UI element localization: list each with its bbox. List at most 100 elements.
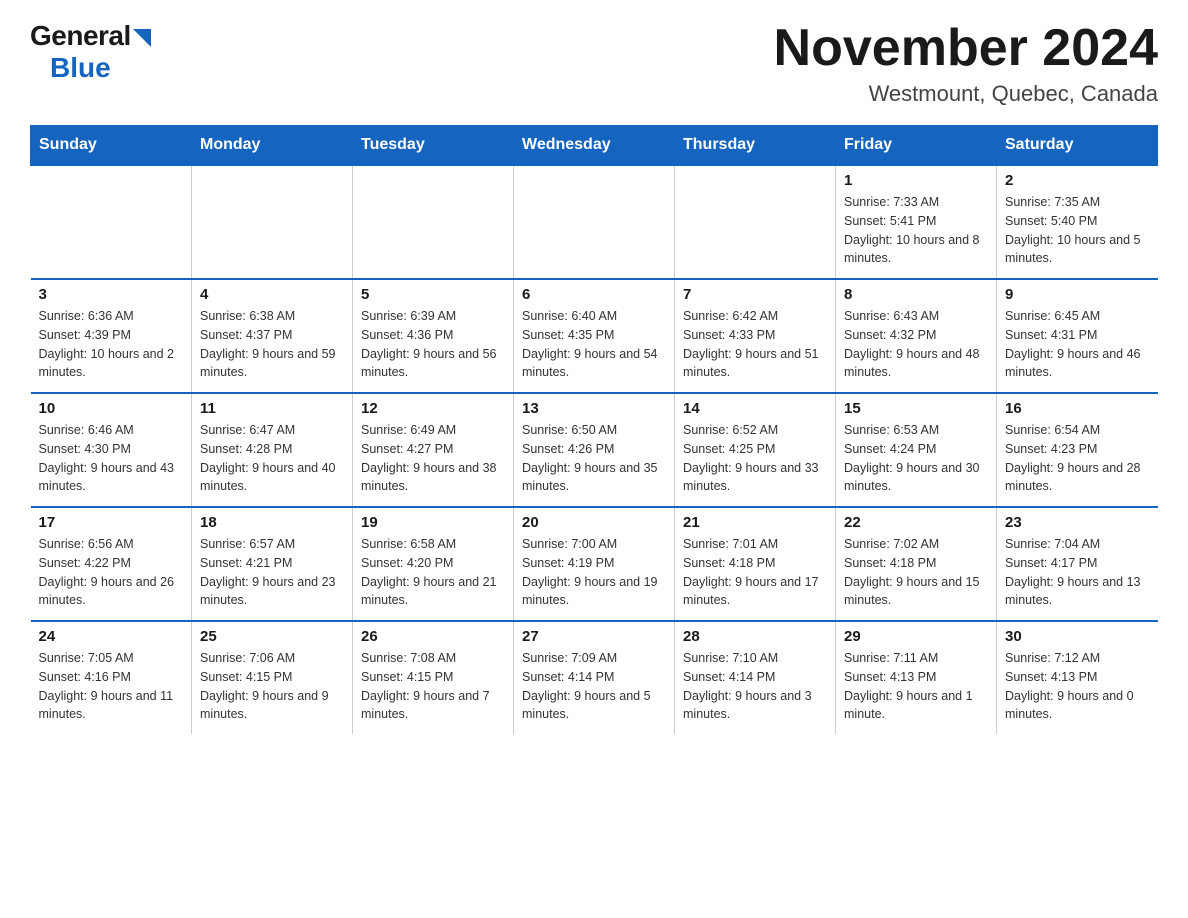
calendar-title-block: November 2024 Westmount, Quebec, Canada (774, 20, 1158, 107)
calendar-cell: 10Sunrise: 6:46 AMSunset: 4:30 PMDayligh… (31, 393, 192, 507)
day-info: Sunrise: 6:57 AMSunset: 4:21 PMDaylight:… (200, 535, 344, 610)
calendar-week-4: 17 Sunrise: 6:56 AMSunset: 4:22 PMDayligh… (31, 507, 1158, 621)
day-number: 20 (522, 514, 666, 531)
day-number: 15 (844, 400, 988, 417)
day-info: Sunrise: 7:10 AMSunset: 4:14 PMDaylight:… (683, 649, 827, 724)
col-monday: Monday (192, 126, 353, 166)
day-number: 8 (844, 286, 988, 303)
day-info: Sunrise: 7:35 AMSunset: 5:40 PMDaylight:… (1005, 193, 1150, 268)
calendar-cell: 17 Sunrise: 6:56 AMSunset: 4:22 PMDayligh… (31, 507, 192, 621)
day-number: 29 (844, 628, 988, 645)
day-info: Sunrise: 6:58 AMSunset: 4:20 PMDaylight:… (361, 535, 505, 610)
calendar-cell: 2 Sunrise: 7:35 AMSunset: 5:40 PMDaylight… (997, 165, 1158, 279)
day-info: Sunrise: 7:09 AMSunset: 4:14 PMDaylight:… (522, 649, 666, 724)
day-number: 1 (844, 172, 988, 189)
calendar-header: Sunday Monday Tuesday Wednesday Thursday… (31, 126, 1158, 166)
calendar-cell: 26Sunrise: 7:08 AMSunset: 4:15 PMDayligh… (353, 621, 514, 734)
col-sunday: Sunday (31, 126, 192, 166)
calendar-cell (514, 165, 675, 279)
logo-blue-text: Blue (50, 52, 111, 84)
calendar-week-1: 1 Sunrise: 7:33 AMSunset: 5:41 PMDaylight… (31, 165, 1158, 279)
day-info: Sunrise: 7:04 AMSunset: 4:17 PMDaylight:… (1005, 535, 1150, 610)
day-number: 9 (1005, 286, 1150, 303)
page-header: General Blue November 2024 Westmount, Qu… (30, 20, 1158, 107)
calendar-cell (675, 165, 836, 279)
day-number: 17 (39, 514, 184, 531)
day-info: Sunrise: 7:12 AMSunset: 4:13 PMDaylight:… (1005, 649, 1150, 724)
calendar-week-3: 10Sunrise: 6:46 AMSunset: 4:30 PMDayligh… (31, 393, 1158, 507)
day-info: Sunrise: 6:36 AMSunset: 4:39 PMDaylight:… (39, 307, 184, 382)
day-info: Sunrise: 6:53 AMSunset: 4:24 PMDaylight:… (844, 421, 988, 496)
calendar-cell: 9 Sunrise: 6:45 AMSunset: 4:31 PMDaylight… (997, 279, 1158, 393)
calendar-cell: 21 Sunrise: 7:01 AMSunset: 4:18 PMDayligh… (675, 507, 836, 621)
day-number: 30 (1005, 628, 1150, 645)
day-info: Sunrise: 7:00 AMSunset: 4:19 PMDaylight:… (522, 535, 666, 610)
calendar-cell (31, 165, 192, 279)
calendar-cell: 29 Sunrise: 7:11 AMSunset: 4:13 PMDayligh… (836, 621, 997, 734)
calendar-cell: 23 Sunrise: 7:04 AMSunset: 4:17 PMDayligh… (997, 507, 1158, 621)
calendar-cell: 6Sunrise: 6:40 AMSunset: 4:35 PMDaylight… (514, 279, 675, 393)
col-saturday: Saturday (997, 126, 1158, 166)
day-info: Sunrise: 7:06 AMSunset: 4:15 PMDaylight:… (200, 649, 344, 724)
calendar-cell (192, 165, 353, 279)
day-info: Sunrise: 7:33 AMSunset: 5:41 PMDaylight:… (844, 193, 988, 268)
day-number: 2 (1005, 172, 1150, 189)
header-row: Sunday Monday Tuesday Wednesday Thursday… (31, 126, 1158, 166)
day-info: Sunrise: 6:49 AMSunset: 4:27 PMDaylight:… (361, 421, 505, 496)
day-info: Sunrise: 7:05 AMSunset: 4:16 PMDaylight:… (39, 649, 184, 724)
calendar-cell: 24 Sunrise: 7:05 AMSunset: 4:16 PMDayligh… (31, 621, 192, 734)
day-info: Sunrise: 6:45 AMSunset: 4:31 PMDaylight:… (1005, 307, 1150, 382)
day-info: Sunrise: 6:39 AMSunset: 4:36 PMDaylight:… (361, 307, 505, 382)
calendar-cell: 1 Sunrise: 7:33 AMSunset: 5:41 PMDaylight… (836, 165, 997, 279)
calendar-cell: 4Sunrise: 6:38 AMSunset: 4:37 PMDaylight… (192, 279, 353, 393)
calendar-cell: 16 Sunrise: 6:54 AMSunset: 4:23 PMDayligh… (997, 393, 1158, 507)
day-info: Sunrise: 6:46 AMSunset: 4:30 PMDaylight:… (39, 421, 184, 496)
day-number: 22 (844, 514, 988, 531)
day-number: 11 (200, 400, 344, 417)
day-number: 12 (361, 400, 505, 417)
calendar-cell (353, 165, 514, 279)
day-number: 28 (683, 628, 827, 645)
day-info: Sunrise: 7:11 AMSunset: 4:13 PMDaylight:… (844, 649, 988, 724)
calendar-cell: 7 Sunrise: 6:42 AMSunset: 4:33 PMDaylight… (675, 279, 836, 393)
calendar-cell: 13Sunrise: 6:50 AMSunset: 4:26 PMDayligh… (514, 393, 675, 507)
day-number: 7 (683, 286, 827, 303)
calendar-title: November 2024 (774, 20, 1158, 77)
calendar-subtitle: Westmount, Quebec, Canada (774, 81, 1158, 107)
day-info: Sunrise: 7:01 AMSunset: 4:18 PMDaylight:… (683, 535, 827, 610)
day-number: 5 (361, 286, 505, 303)
calendar-table: Sunday Monday Tuesday Wednesday Thursday… (30, 125, 1158, 734)
day-info: Sunrise: 7:08 AMSunset: 4:15 PMDaylight:… (361, 649, 505, 724)
day-info: Sunrise: 6:43 AMSunset: 4:32 PMDaylight:… (844, 307, 988, 382)
calendar-cell: 28 Sunrise: 7:10 AMSunset: 4:14 PMDayligh… (675, 621, 836, 734)
day-info: Sunrise: 6:42 AMSunset: 4:33 PMDaylight:… (683, 307, 827, 382)
calendar-week-2: 3 Sunrise: 6:36 AMSunset: 4:39 PMDaylight… (31, 279, 1158, 393)
calendar-week-5: 24 Sunrise: 7:05 AMSunset: 4:16 PMDayligh… (31, 621, 1158, 734)
day-number: 25 (200, 628, 344, 645)
calendar-cell: 27 Sunrise: 7:09 AMSunset: 4:14 PMDayligh… (514, 621, 675, 734)
calendar-body: 1 Sunrise: 7:33 AMSunset: 5:41 PMDaylight… (31, 165, 1158, 734)
day-number: 6 (522, 286, 666, 303)
day-info: Sunrise: 6:50 AMSunset: 4:26 PMDaylight:… (522, 421, 666, 496)
col-tuesday: Tuesday (353, 126, 514, 166)
day-number: 19 (361, 514, 505, 531)
day-number: 23 (1005, 514, 1150, 531)
day-number: 3 (39, 286, 184, 303)
day-number: 16 (1005, 400, 1150, 417)
calendar-cell: 18Sunrise: 6:57 AMSunset: 4:21 PMDayligh… (192, 507, 353, 621)
day-number: 4 (200, 286, 344, 303)
day-info: Sunrise: 6:56 AMSunset: 4:22 PMDaylight:… (39, 535, 184, 610)
day-number: 14 (683, 400, 827, 417)
day-number: 21 (683, 514, 827, 531)
calendar-cell: 30 Sunrise: 7:12 AMSunset: 4:13 PMDayligh… (997, 621, 1158, 734)
calendar-cell: 8 Sunrise: 6:43 AMSunset: 4:32 PMDaylight… (836, 279, 997, 393)
calendar-cell: 11Sunrise: 6:47 AMSunset: 4:28 PMDayligh… (192, 393, 353, 507)
col-wednesday: Wednesday (514, 126, 675, 166)
col-thursday: Thursday (675, 126, 836, 166)
calendar-cell: 22 Sunrise: 7:02 AMSunset: 4:18 PMDayligh… (836, 507, 997, 621)
day-info: Sunrise: 7:02 AMSunset: 4:18 PMDaylight:… (844, 535, 988, 610)
day-info: Sunrise: 6:54 AMSunset: 4:23 PMDaylight:… (1005, 421, 1150, 496)
col-friday: Friday (836, 126, 997, 166)
day-number: 27 (522, 628, 666, 645)
day-number: 24 (39, 628, 184, 645)
